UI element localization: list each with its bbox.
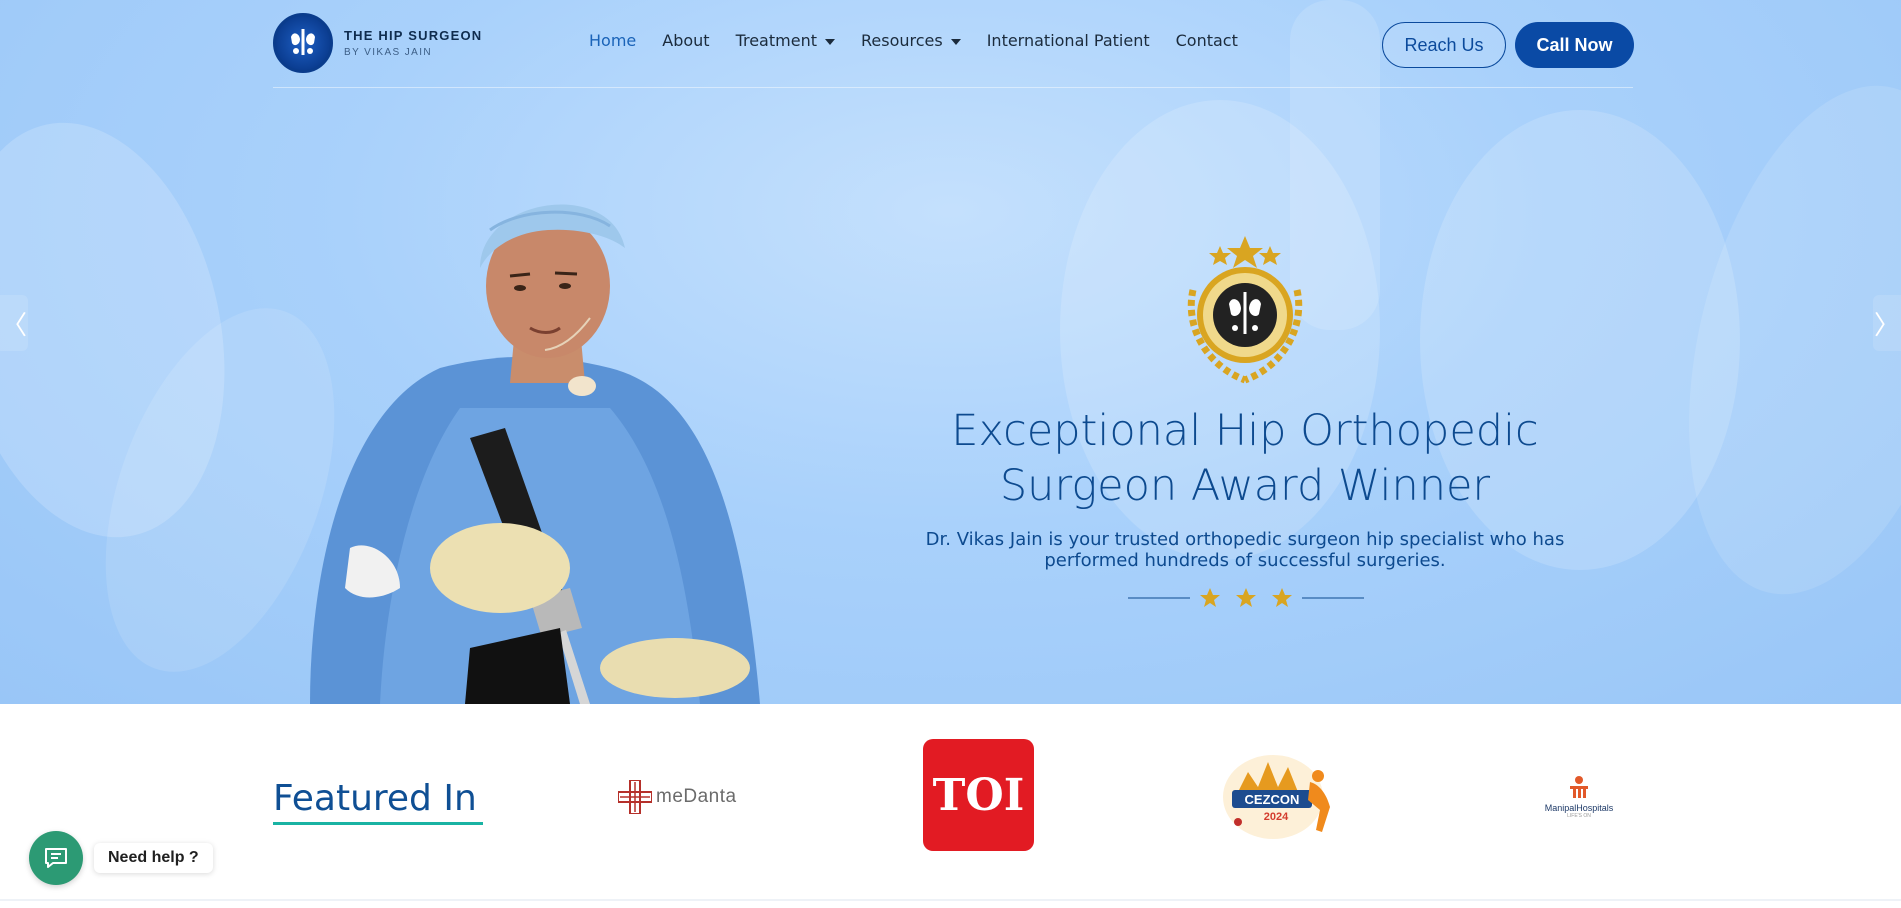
reach-us-button[interactable]: Reach Us	[1382, 22, 1506, 68]
call-now-button[interactable]: Call Now	[1515, 22, 1634, 68]
surgeon-photo	[310, 204, 760, 704]
award-medal-icon	[1187, 236, 1303, 384]
nav-contact[interactable]: Contact	[1176, 31, 1238, 50]
manipal-logo-text: ManipalHospitals	[1544, 803, 1614, 813]
toi-logo[interactable]: TOI	[923, 739, 1034, 851]
site-logo[interactable]: THE HIP SURGEON BY VIKAS JAIN	[273, 13, 482, 73]
manipal-hospitals-logo[interactable]: ManipalHospitals LIFE'S ON	[1531, 762, 1627, 832]
nav-resources[interactable]: Resources	[861, 31, 961, 50]
star-divider	[1128, 588, 1364, 607]
star-icon	[1236, 588, 1256, 607]
nav-resources-label: Resources	[860, 31, 943, 50]
manipal-emblem-icon	[1570, 776, 1588, 798]
featured-in-underline	[273, 822, 483, 825]
medanta-cross-icon	[618, 780, 652, 814]
caret-down-icon	[824, 38, 835, 45]
logo-title: THE HIP SURGEON	[344, 28, 483, 43]
logo-subtitle: BY VIKAS JAIN	[344, 47, 433, 58]
slider-prev-arrow[interactable]: 〈	[0, 295, 28, 351]
hero-subtext: Dr. Vikas Jain is your trusted orthopedi…	[880, 529, 1610, 571]
nav-treatment-label: Treatment	[735, 31, 817, 50]
hero-headline: Exceptional Hip Orthopedic Surgeon Award…	[880, 404, 1610, 514]
nav-home-label: Home	[589, 31, 637, 50]
chat-bubble-icon	[45, 848, 67, 868]
site-header: THE HIP SURGEON BY VIKAS JAIN Home About…	[273, 0, 1634, 88]
hero-subtext-line1: Dr. Vikas Jain is your trusted orthopedi…	[925, 529, 1565, 550]
hip-logo-icon	[273, 13, 333, 73]
star-icon	[1200, 588, 1220, 607]
featured-in-heading: Featured In	[273, 778, 477, 819]
nav-contact-label: Contact	[1175, 31, 1238, 50]
medanta-logo-text: meDanta	[656, 786, 737, 807]
hero-headline-line2: Surgeon Award Winner	[999, 461, 1491, 511]
cezcon-logo-text: CEZCON	[1245, 792, 1300, 807]
nav-international-patient-label: International Patient	[986, 31, 1150, 50]
chat-widget-button[interactable]	[29, 831, 83, 885]
medanta-logo[interactable]: meDanta	[618, 777, 744, 817]
cezcon-logo[interactable]: CEZCON 2024	[1218, 752, 1340, 842]
section-divider	[0, 899, 1901, 901]
nav-treatment[interactable]: Treatment	[736, 31, 835, 50]
nav-international-patient[interactable]: International Patient	[987, 31, 1150, 50]
star-icon	[1272, 588, 1292, 607]
main-nav: Home About Treatment Resources Internati…	[589, 31, 1264, 50]
cezcon-logo-year: 2024	[1264, 811, 1289, 823]
manipal-logo-tagline: LIFE'S ON	[1567, 813, 1591, 819]
logo-text: THE HIP SURGEON BY VIKAS JAIN	[344, 28, 482, 58]
need-help-label[interactable]: Need help ?	[94, 843, 213, 873]
nav-about[interactable]: About	[662, 31, 709, 50]
hero-section: THE HIP SURGEON BY VIKAS JAIN Home About…	[0, 0, 1901, 704]
hero-headline-line1: Exceptional Hip Orthopedic	[951, 406, 1539, 456]
nav-about-label: About	[662, 31, 710, 50]
caret-down-icon	[950, 38, 961, 45]
nav-home[interactable]: Home	[589, 31, 636, 50]
slider-next-arrow[interactable]: 〉	[1873, 295, 1901, 351]
hero-subtext-line2: performed hundreds of successful surgeri…	[1044, 550, 1446, 571]
